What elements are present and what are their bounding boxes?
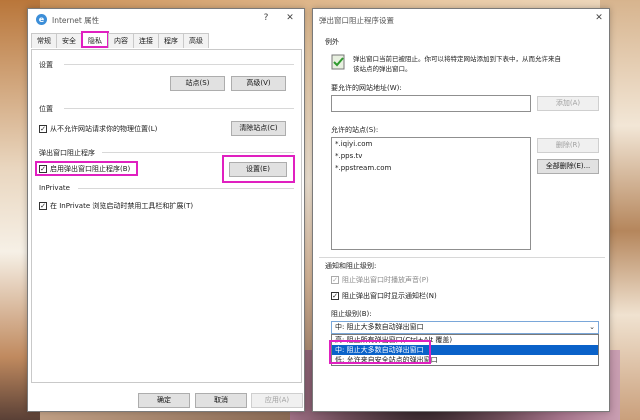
show-infobar-checkbox-label: 阻止弹出窗口时显示通知栏(N) [342,292,437,300]
remove-all-button[interactable]: 全部删除(E)... [537,159,599,174]
popup-blocker-checkbox-label: 启用弹出窗口阻止程序(B) [50,165,131,173]
popup-blocker-settings-window: 弹出窗口阻止程序设置 ✕ 例外 弹出窗口当前已被阻止。你可以将特定网站添加到下表… [312,8,610,412]
dropdown-highlight [329,340,431,364]
allowed-site-item[interactable]: *.iqiyi.com [332,138,530,150]
popup-group-title: 弹出窗口阻止程序 [39,149,95,157]
window-title: Internet 属性 [52,16,100,25]
exceptions-description-line1: 弹出窗口当前已被阻止。你可以将特定网站添加到下表中，从而允许来自 [353,55,561,63]
blocking-level-label: 阻止级别(B): [331,310,372,318]
location-checkbox[interactable]: ✓ 从不允许网站请求你的物理位置(L) [39,124,157,134]
tab-security[interactable]: 安全 [56,33,82,48]
divider [64,64,294,65]
add-button[interactable]: 添加(A) [537,96,599,111]
inprivate-group-title: InPrivate [39,184,70,192]
tab-bar: 常规 安全 隐私 内容 连接 程序 高级 [31,31,209,49]
tab-advanced[interactable]: 高级 [183,33,209,48]
play-sound-checkbox[interactable]: ✓ 阻止弹出窗口时播放声音(P) [331,275,429,285]
tab-connections[interactable]: 连接 [133,33,159,48]
settings-group-title: 设置 [39,61,53,69]
tab-general[interactable]: 常规 [31,33,57,48]
shield-check-icon [331,54,345,70]
allowed-site-item[interactable]: *.ppstream.com [332,162,530,174]
checkbox-checked: ✓ [39,125,47,133]
checkbox-checked: ✓ [39,202,47,210]
help-button[interactable]: ? [260,13,272,23]
exceptions-label: 例外 [325,38,339,46]
divider [319,257,605,258]
location-group-title: 位置 [39,105,53,113]
privacy-panel: 设置 站点(S) 高级(V) 位置 ✓ 从不允许网站请求你的物理位置(L) 清除… [31,49,302,383]
blocking-level-select[interactable]: 中: 阻止大多数自动弹出窗口 ⌄ [331,321,599,334]
tab-programs[interactable]: 程序 [158,33,184,48]
clear-sites-button[interactable]: 清除站点(C) [231,121,286,136]
inprivate-checkbox[interactable]: ✓ 在 InPrivate 浏览启动时禁用工具栏和扩展(T) [39,201,193,211]
allowed-site-item[interactable]: *.pps.tv [332,150,530,162]
advanced-button[interactable]: 高级(V) [231,76,286,91]
play-sound-checkbox-label: 阻止弹出窗口时播放声音(P) [342,276,429,284]
popup-blocker-checkbox[interactable]: ✓ 启用弹出窗口阻止程序(B) [39,164,130,174]
divider [102,152,294,153]
checkbox-checked: ✓ [39,165,47,173]
blocking-level-selected-value: 中: 阻止大多数自动弹出窗口 [335,323,424,331]
tab-content[interactable]: 内容 [108,33,134,48]
allowed-sites-label: 允许的站点(S): [331,126,379,134]
notify-label: 通知和阻止级别: [325,262,377,270]
divider [64,108,294,109]
popup-settings-button[interactable]: 设置(E) [229,162,287,177]
close-button[interactable]: ✕ [284,13,296,23]
internet-properties-window: e Internet 属性 ? ✕ 常规 安全 隐私 内容 连接 程序 高级 设… [27,8,305,412]
divider [78,188,294,189]
remove-button[interactable]: 删除(R) [537,138,599,153]
inprivate-checkbox-label: 在 InPrivate 浏览启动时禁用工具栏和扩展(T) [50,202,194,210]
titlebar: 弹出窗口阻止程序设置 ✕ [313,9,609,31]
close-button[interactable]: ✕ [593,13,605,23]
dialog-title: 弹出窗口阻止程序设置 [319,16,394,25]
address-input[interactable] [331,95,531,112]
ok-button[interactable]: 确定 [138,393,190,408]
chevron-down-icon: ⌄ [589,323,595,331]
exceptions-description-line2: 该站点的弹出窗口。 [353,65,412,73]
titlebar: e Internet 属性 ? ✕ [28,9,304,31]
checkbox-checked: ✓ [331,292,339,300]
tab-privacy[interactable]: 隐私 [81,31,109,48]
cancel-button[interactable]: 取消 [195,393,247,408]
apply-button[interactable]: 应用(A) [251,393,303,408]
location-checkbox-label: 从不允许网站请求你的物理位置(L) [50,125,158,133]
allowed-sites-list[interactable]: *.iqiyi.com *.pps.tv *.ppstream.com [331,137,531,250]
sites-button[interactable]: 站点(S) [170,76,225,91]
address-label: 要允许的网站地址(W): [331,84,402,92]
internet-explorer-icon: e [36,14,47,25]
show-infobar-checkbox[interactable]: ✓ 阻止弹出窗口时显示通知栏(N) [331,291,437,301]
checkbox-checked: ✓ [331,276,339,284]
